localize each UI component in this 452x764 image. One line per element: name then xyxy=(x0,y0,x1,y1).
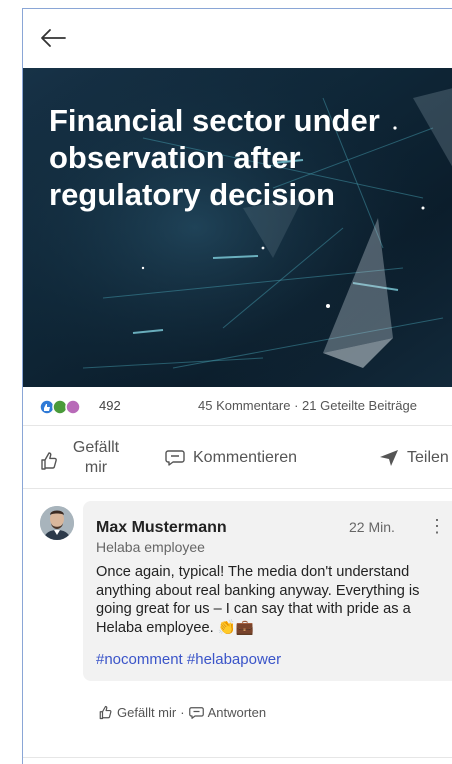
like-button[interactable]: Gefällt mir xyxy=(39,438,125,478)
like-icon[interactable] xyxy=(98,705,113,720)
share-label: Teilen xyxy=(407,449,449,466)
comment-author-subtitle: Helaba employee xyxy=(96,539,205,555)
reaction-icons[interactable] xyxy=(39,399,91,415)
comment-time: 22 Min. xyxy=(349,519,395,535)
comment-like-button[interactable]: Gefällt mir xyxy=(117,705,176,720)
comment-hashtags[interactable]: #nocomment #helabapower xyxy=(96,651,281,668)
comment-reply-button[interactable]: Antworten xyxy=(208,705,267,720)
comment-bubble: Max Mustermann Helaba employee 22 Min. ⋮… xyxy=(83,501,452,681)
article-title: Financial sector under observation after… xyxy=(49,103,380,212)
comment-icon xyxy=(165,450,185,466)
comment-author[interactable]: Max Mustermann xyxy=(96,519,227,537)
comment-item: Max Mustermann Helaba employee 22 Min. ⋮… xyxy=(23,495,452,755)
more-options-icon[interactable]: ⋮ xyxy=(428,516,446,537)
reaction-count[interactable]: 492 xyxy=(99,398,121,413)
comments-shares-count[interactable]: 45 Kommentare · 21 Geteilte Beiträge xyxy=(198,398,417,413)
comment-label: Kommentieren xyxy=(193,449,298,466)
separator: · xyxy=(180,705,185,720)
share-button[interactable]: Teilen xyxy=(379,448,449,468)
share-icon xyxy=(380,450,398,466)
engagement-stats: 492 45 Kommentare · 21 Geteilte Beiträge xyxy=(23,392,452,420)
comment-button[interactable]: Kommentieren xyxy=(165,448,297,468)
back-arrow-icon[interactable] xyxy=(39,26,67,50)
reply-icon[interactable] xyxy=(188,706,204,720)
post-action-bar: Gefällt mir Kommentieren Teilen xyxy=(23,425,452,489)
comment-actions: Gefällt mir · Antworten xyxy=(98,705,266,720)
comment-text: Once again, typical! The media don't und… xyxy=(96,564,420,636)
article-hero-image[interactable]: Financial sector under observation after… xyxy=(23,68,452,387)
app-frame: Financial sector under observation after… xyxy=(22,8,452,764)
avatar[interactable] xyxy=(40,506,74,540)
like-label: Gefällt mir xyxy=(72,439,120,476)
divider xyxy=(23,757,452,758)
like-icon xyxy=(41,452,57,470)
top-bar xyxy=(23,9,452,68)
